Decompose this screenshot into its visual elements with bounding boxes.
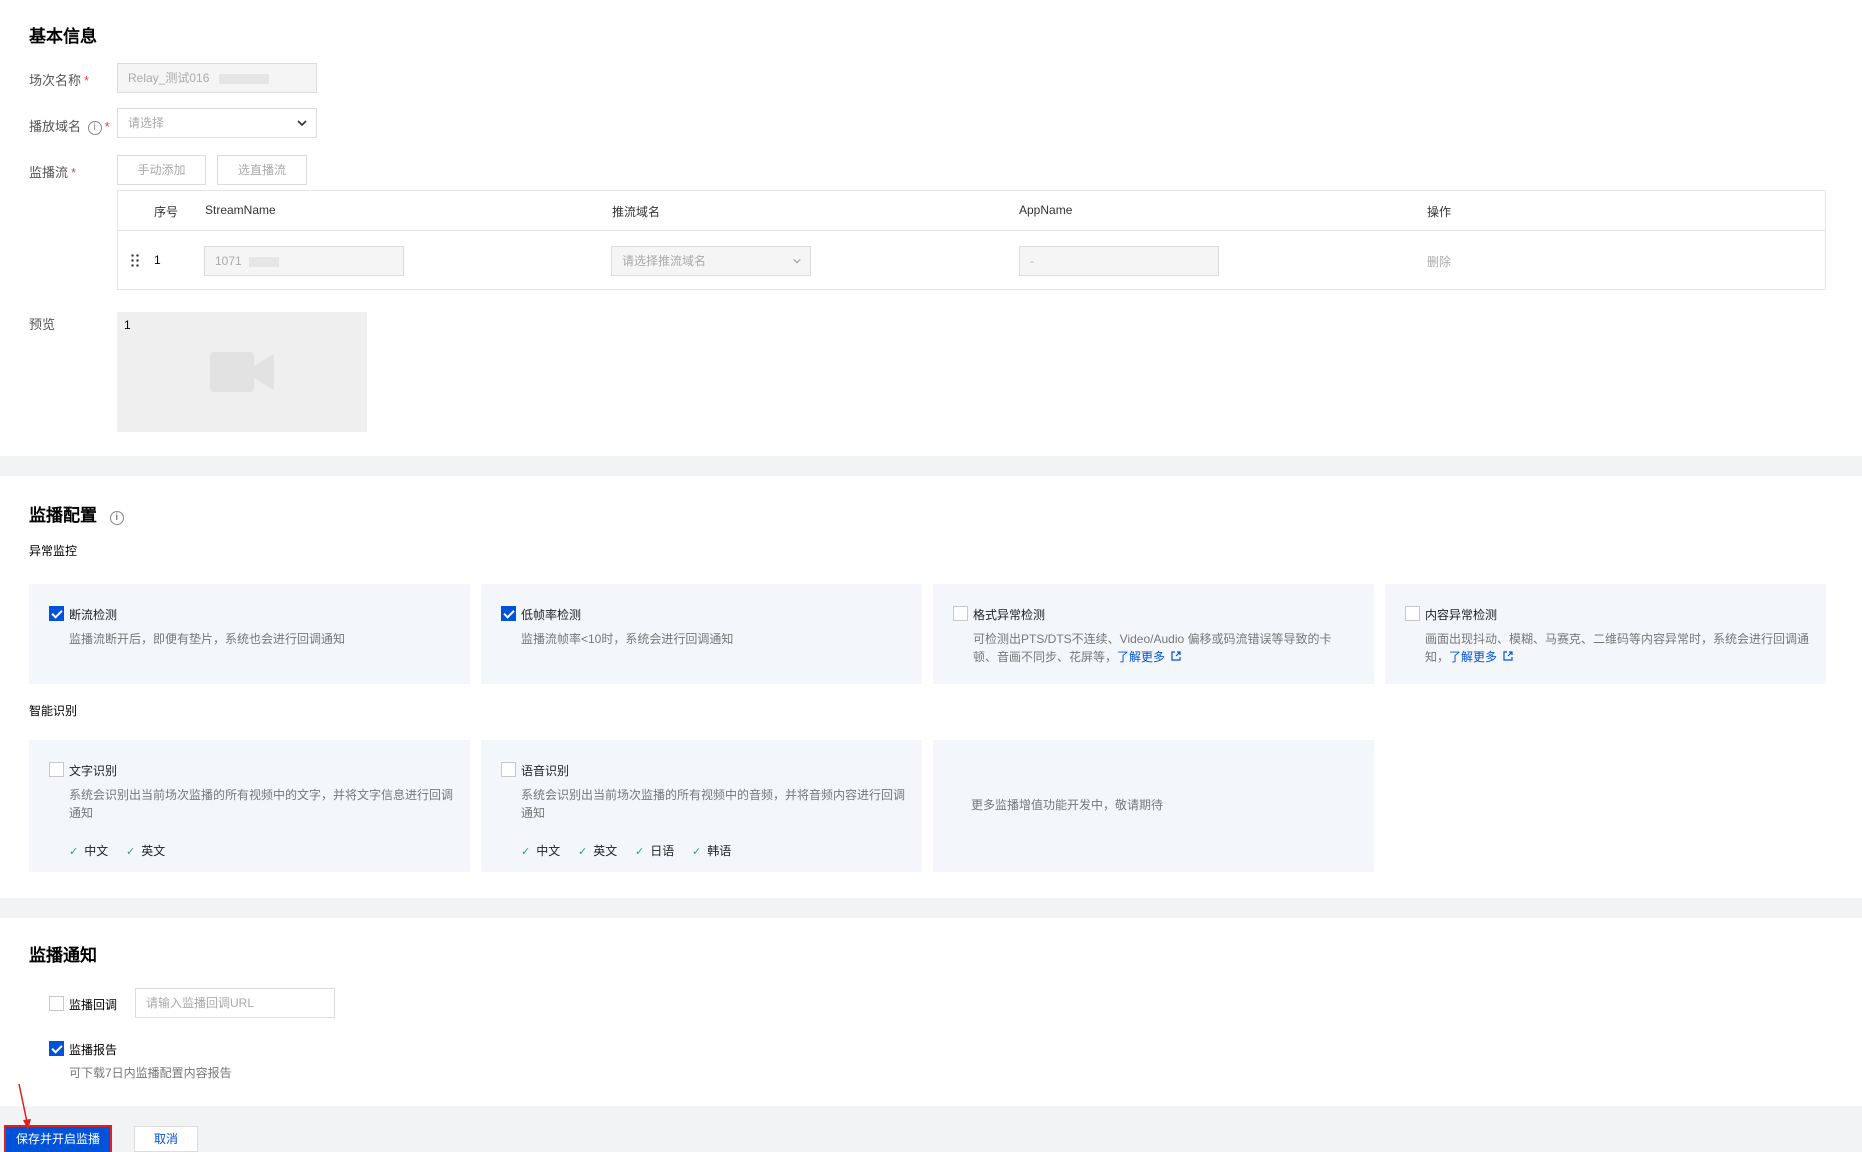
card-text-recognition[interactable]: 文字识别 系统会识别出当前场次监播的所有视频中的文字，并将文字信息进行回调通知 … [29, 740, 470, 872]
monitor-config-title: 监播配置 i [29, 501, 124, 526]
col-index: 序号 [154, 205, 179, 219]
speech-recognition-title: 语音识别 [521, 764, 570, 778]
lang-tag-zh: ✓ 中文 [521, 844, 561, 858]
lang-tag-ja: ✓ 日语 [635, 844, 675, 858]
info-icon[interactable]: i [109, 511, 124, 525]
col-stream-name: StreamName [205, 203, 276, 217]
check-icon: ✓ [126, 846, 136, 858]
low-fps-checkbox[interactable] [501, 606, 516, 621]
more-coming-text: 更多监播增值功能开发中，敬请期待 [971, 798, 1164, 812]
callback-label: 监播回调 [69, 998, 118, 1012]
preview-label: 预览 [29, 317, 56, 332]
push-domain-select[interactable]: 请选择推流域名 [611, 246, 811, 276]
monitor-config-section: 监播配置 i 异常监控 断流检测 监播流断开后，即便有垫片，系统也会进行回调通知… [0, 476, 1862, 898]
card-speech-recognition[interactable]: 语音识别 系统会识别出当前场次监播的所有视频中的音频，并将音频内容进行回调通知 … [481, 740, 922, 872]
drag-handle-icon[interactable] [130, 253, 140, 269]
choose-stream-button[interactable]: 选直播流 [217, 155, 307, 185]
external-link-icon [1503, 651, 1513, 661]
speech-recognition-checkbox[interactable] [501, 762, 516, 777]
info-icon[interactable]: i [87, 120, 102, 135]
annotation-arrow-icon [18, 1083, 31, 1130]
content-abnormal-desc: 画面出现抖动、模糊、马赛克、二维码等内容异常时，系统会进行回调通知，了解更多 [1425, 632, 1810, 664]
monitor-notify-section: 监播通知 监播回调 请输入监播回调URL 监播报告 可下载7日内监播配置内容报告 [0, 918, 1862, 1106]
card-break-detect[interactable]: 断流检测 监播流断开后，即便有垫片，系统也会进行回调通知 [29, 584, 470, 684]
card-content-abnormal[interactable]: 内容异常检测 画面出现抖动、模糊、马赛克、二维码等内容异常时，系统会进行回调通知… [1385, 584, 1826, 684]
format-abnormal-desc: 可检测出PTS/DTS不连续、Video/Audio 偏移或码流错误等导致的卡顿… [973, 632, 1332, 664]
check-icon: ✓ [692, 846, 702, 858]
cancel-button[interactable]: 取消 [134, 1126, 198, 1152]
col-action: 操作 [1427, 205, 1452, 219]
learn-more-link[interactable]: 了解更多 [1449, 650, 1497, 664]
break-detect-title: 断流检测 [69, 608, 118, 622]
preview-index: 1 [124, 318, 131, 332]
report-label: 监播报告 [69, 1043, 118, 1057]
preview-box: 1 [117, 312, 367, 432]
session-name-field: Relay_测试016 [117, 63, 317, 93]
col-app-name: AppName [1019, 203, 1073, 217]
format-abnormal-checkbox[interactable] [953, 606, 968, 621]
session-name-label: 场次名称 * [29, 73, 90, 88]
row-index: 1 [154, 253, 161, 267]
check-icon: ✓ [635, 846, 645, 858]
card-more-coming: 更多监播增值功能开发中，敬请期待 [933, 740, 1374, 872]
video-camera-icon [210, 352, 274, 392]
break-detect-desc: 监播流断开后，即便有垫片，系统也会进行回调通知 [69, 632, 346, 646]
domain-label: 播放域名 i * [29, 119, 110, 135]
report-desc: 可下载7日内监播配置内容报告 [69, 1066, 232, 1080]
text-recognition-title: 文字识别 [69, 764, 118, 778]
stream-name-input[interactable]: 1071 [204, 246, 404, 276]
app-name-field: - [1019, 246, 1219, 276]
smart-recognition-title: 智能识别 [29, 704, 78, 718]
text-recognition-desc: 系统会识别出当前场次监播的所有视频中的文字，并将文字信息进行回调通知 [69, 788, 454, 820]
check-icon: ✓ [578, 846, 588, 858]
content-abnormal-title: 内容异常检测 [1425, 608, 1498, 622]
table-row: 1 1071 请选择推流域名 - 删除 [118, 231, 1825, 291]
manual-add-button[interactable]: 手动添加 [117, 155, 206, 185]
chevron-down-icon [297, 120, 307, 127]
stream-table: 序号 StreamName 推流域名 AppName 操作 1 1071 请选择… [117, 190, 1826, 290]
lang-tag-ko: ✓ 韩语 [692, 844, 732, 858]
format-abnormal-title: 格式异常检测 [973, 608, 1046, 622]
learn-more-link[interactable]: 了解更多 [1117, 650, 1165, 664]
report-checkbox[interactable] [49, 1041, 64, 1056]
low-fps-desc: 监播流帧率<10时，系统会进行回调通知 [521, 632, 734, 646]
redacted-block [218, 73, 269, 84]
lang-tag-en: ✓ 英文 [578, 844, 618, 858]
stream-label: 监播流 * [29, 165, 77, 180]
card-format-abnormal[interactable]: 格式异常检测 可检测出PTS/DTS不连续、Video/Audio 偏移或码流错… [933, 584, 1374, 684]
card-low-fps[interactable]: 低帧率检测 监播流帧率<10时，系统会进行回调通知 [481, 584, 922, 684]
col-push-domain: 推流域名 [612, 205, 661, 219]
lang-tag-zh: ✓ 中文 [69, 844, 109, 858]
domain-select[interactable]: 请选择 [117, 108, 317, 138]
basic-info-title: 基本信息 [29, 27, 97, 46]
table-header: 序号 StreamName 推流域名 AppName 操作 [118, 191, 1825, 231]
content-abnormal-checkbox[interactable] [1405, 606, 1420, 621]
redacted-block [249, 256, 280, 267]
basic-info-section: 基本信息 场次名称 * Relay_测试016 播放域名 i * 请选择 监播流 * … [0, 0, 1862, 456]
chevron-down-icon [793, 258, 801, 264]
low-fps-title: 低帧率检测 [521, 608, 582, 622]
lang-tag-en: ✓ 英文 [126, 844, 166, 858]
delete-link[interactable]: 删除 [1427, 253, 1451, 270]
callback-checkbox[interactable] [49, 996, 64, 1011]
text-recognition-checkbox[interactable] [49, 762, 64, 777]
monitor-notify-title: 监播通知 [29, 946, 97, 965]
external-link-icon [1171, 651, 1181, 661]
check-icon: ✓ [521, 846, 531, 858]
abnormal-monitor-title: 异常监控 [29, 544, 78, 558]
callback-url-input[interactable]: 请输入监播回调URL [135, 988, 335, 1018]
check-icon: ✓ [69, 846, 79, 858]
break-detect-checkbox[interactable] [49, 606, 64, 621]
speech-recognition-desc: 系统会识别出当前场次监播的所有视频中的音频，并将音频内容进行回调通知 [521, 788, 906, 820]
